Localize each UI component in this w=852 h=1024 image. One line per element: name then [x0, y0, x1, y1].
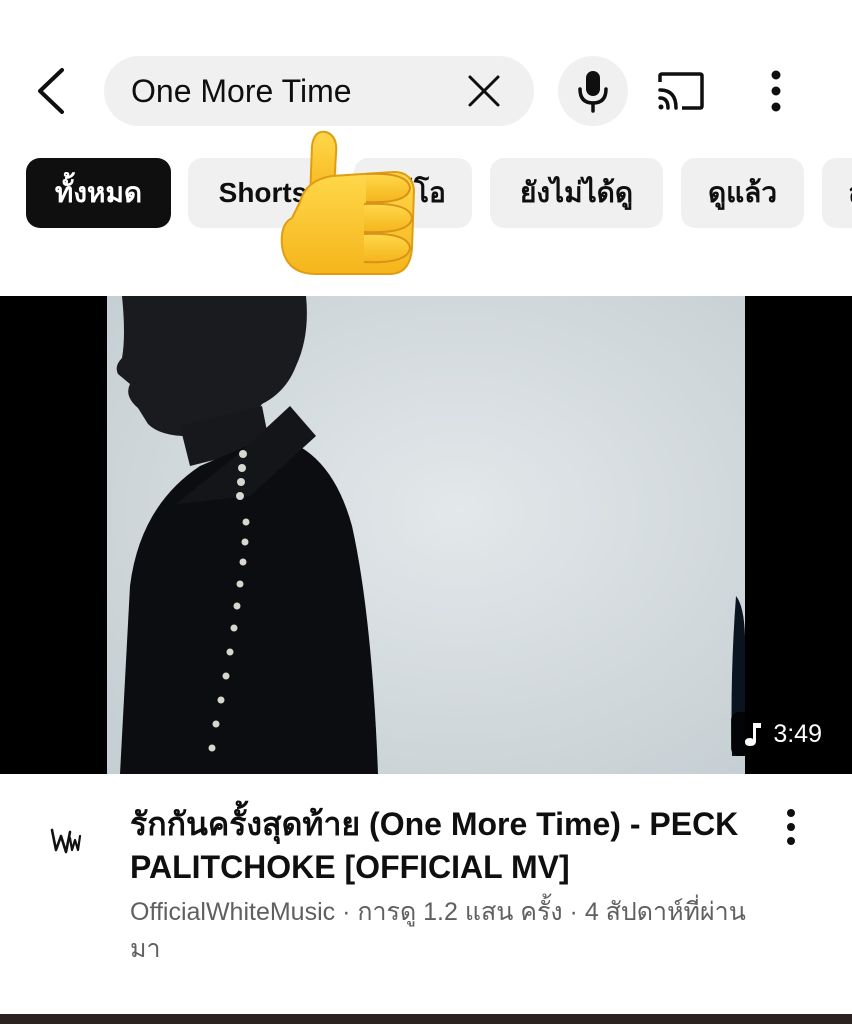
- video-more-button[interactable]: [774, 806, 808, 850]
- cast-button[interactable]: [654, 70, 708, 114]
- thumbs-up-icon: [280, 130, 416, 275]
- duration-text: 3:49: [773, 719, 822, 748]
- chip-unwatched[interactable]: ยังไม่ได้ดู: [490, 158, 663, 228]
- cast-icon: [658, 72, 704, 110]
- clear-search-button[interactable]: [464, 71, 504, 111]
- thumbnail-image: [0, 296, 852, 774]
- clear-icon: [468, 75, 500, 107]
- more-vertical-icon: [771, 70, 781, 112]
- video-thumbnail[interactable]: 3:49: [0, 296, 852, 774]
- next-video-thumbnail-edge[interactable]: [0, 1014, 852, 1024]
- meta-separator: ·: [562, 898, 585, 926]
- microphone-icon: [578, 71, 608, 113]
- search-input[interactable]: One More Time: [131, 73, 352, 110]
- meta-separator: ·: [335, 898, 358, 926]
- more-options-button[interactable]: [758, 68, 794, 114]
- back-button[interactable]: [28, 62, 76, 120]
- chip-watched[interactable]: ดูแล้ว: [681, 158, 804, 228]
- channel-name[interactable]: OfficialWhiteMusic: [130, 898, 335, 926]
- voice-search-button[interactable]: [558, 56, 628, 126]
- music-note-icon: [745, 723, 762, 746]
- search-box[interactable]: One More Time: [104, 56, 534, 126]
- more-vertical-icon: [787, 809, 795, 845]
- back-arrow-icon: [38, 68, 64, 114]
- duration-badge: 3:49: [731, 712, 834, 756]
- chip-all[interactable]: ทั้งหมด: [26, 158, 171, 228]
- video-title[interactable]: รักกันครั้งสุดท้าย (One More Time) - PEC…: [130, 803, 750, 889]
- channel-avatar[interactable]: [40, 816, 92, 868]
- channel-logo: [50, 828, 82, 854]
- video-metadata: OfficialWhiteMusic · การดู 1.2 แสน ครั้ง…: [130, 894, 770, 968]
- view-count: การดู 1.2 แสน ครั้ง: [357, 898, 563, 926]
- chip-more[interactable]: ล: [822, 158, 852, 228]
